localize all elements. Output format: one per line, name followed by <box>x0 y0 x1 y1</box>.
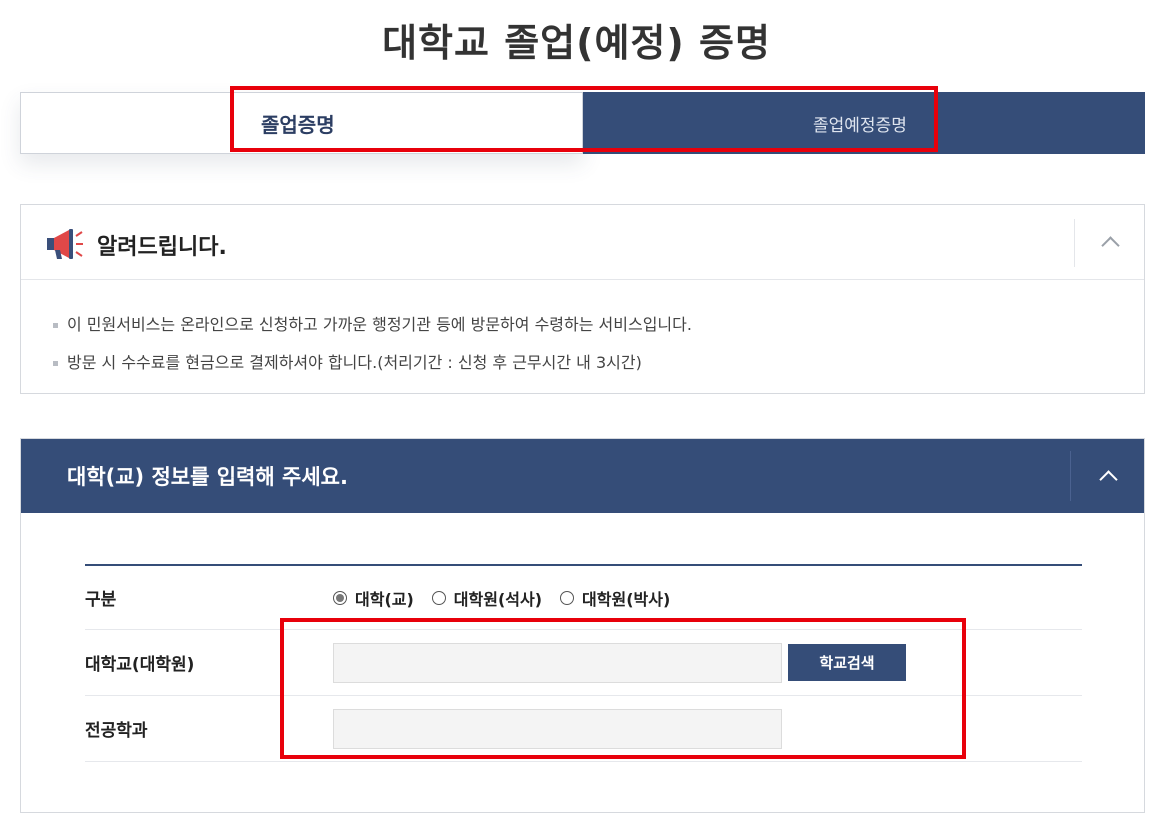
notice-item: 이 민원서비스는 온라인으로 신청하고 가까운 행정기관 등에 방문하여 수령하… <box>53 306 1144 344</box>
radio-selected-icon <box>333 590 347 605</box>
chevron-up-icon <box>1100 236 1120 255</box>
notice-panel: 알려드립니다. 이 민원서비스는 온라인으로 신청하고 가까운 행정기관 등에 … <box>20 204 1145 394</box>
university-info-header: 대학(교) 정보를 입력해 주세요. <box>21 439 1144 513</box>
major-field-group <box>333 696 782 761</box>
tab-expected-graduation-certificate[interactable]: 졸업예정증명 <box>583 92 1145 154</box>
radio-university[interactable]: 대학(교) <box>333 586 414 610</box>
chevron-up-icon <box>1099 469 1118 489</box>
university-info-section: 대학(교) 정보를 입력해 주세요. 구분 대학(교) 대학원(석사) 대학원(… <box>20 438 1145 813</box>
radio-label: 대학원(석사) <box>453 589 543 609</box>
certificate-tabs: 졸업증명 졸업예정증명 <box>20 92 1145 154</box>
university-field-group: 학교검색 <box>333 630 906 695</box>
major-input[interactable] <box>333 708 782 749</box>
type-row: 구분 대학(교) 대학원(석사) 대학원(박사) <box>85 566 1082 630</box>
radio-unselected-icon <box>560 590 575 605</box>
university-form-table: 구분 대학(교) 대학원(석사) 대학원(박사) 대학교(대학원) 학교검색 전… <box>85 564 1082 762</box>
radio-unselected-icon <box>431 590 446 605</box>
school-search-button[interactable]: 학교검색 <box>788 644 906 681</box>
notice-collapse-button[interactable] <box>1075 205 1145 280</box>
type-radio-group: 대학(교) 대학원(석사) 대학원(박사) <box>333 566 688 629</box>
form-collapse-button[interactable] <box>1071 439 1146 513</box>
radio-label: 대학(교) <box>355 589 414 609</box>
notice-item: 방문 시 수수료를 현금으로 결제하셔야 합니다.(처리기간 : 신청 후 근무… <box>53 344 1144 382</box>
major-label: 전공학과 <box>85 721 148 741</box>
radio-graduate-doctor[interactable]: 대학원(박사) <box>560 586 670 610</box>
university-row: 대학교(대학원) 학교검색 <box>85 630 1082 696</box>
notice-header: 알려드립니다. <box>21 205 1144 280</box>
page-title: 대학교 졸업(예정) 증명 <box>382 21 771 65</box>
type-label: 구분 <box>85 590 117 610</box>
radio-graduate-master[interactable]: 대학원(석사) <box>431 586 543 610</box>
notice-list: 이 민원서비스는 온라인으로 신청하고 가까운 행정기관 등에 방문하여 수령하… <box>21 280 1144 382</box>
university-label: 대학교(대학원) <box>85 655 195 675</box>
university-input[interactable] <box>333 642 782 683</box>
notice-title: 알려드립니다. <box>97 235 227 260</box>
university-info-title: 대학(교) 정보를 입력해 주세요. <box>67 465 348 489</box>
major-row: 전공학과 <box>85 696 1082 762</box>
radio-label: 대학원(박사) <box>582 589 671 609</box>
tab-graduation-certificate[interactable]: 졸업증명 <box>20 92 583 154</box>
megaphone-icon <box>45 225 85 261</box>
